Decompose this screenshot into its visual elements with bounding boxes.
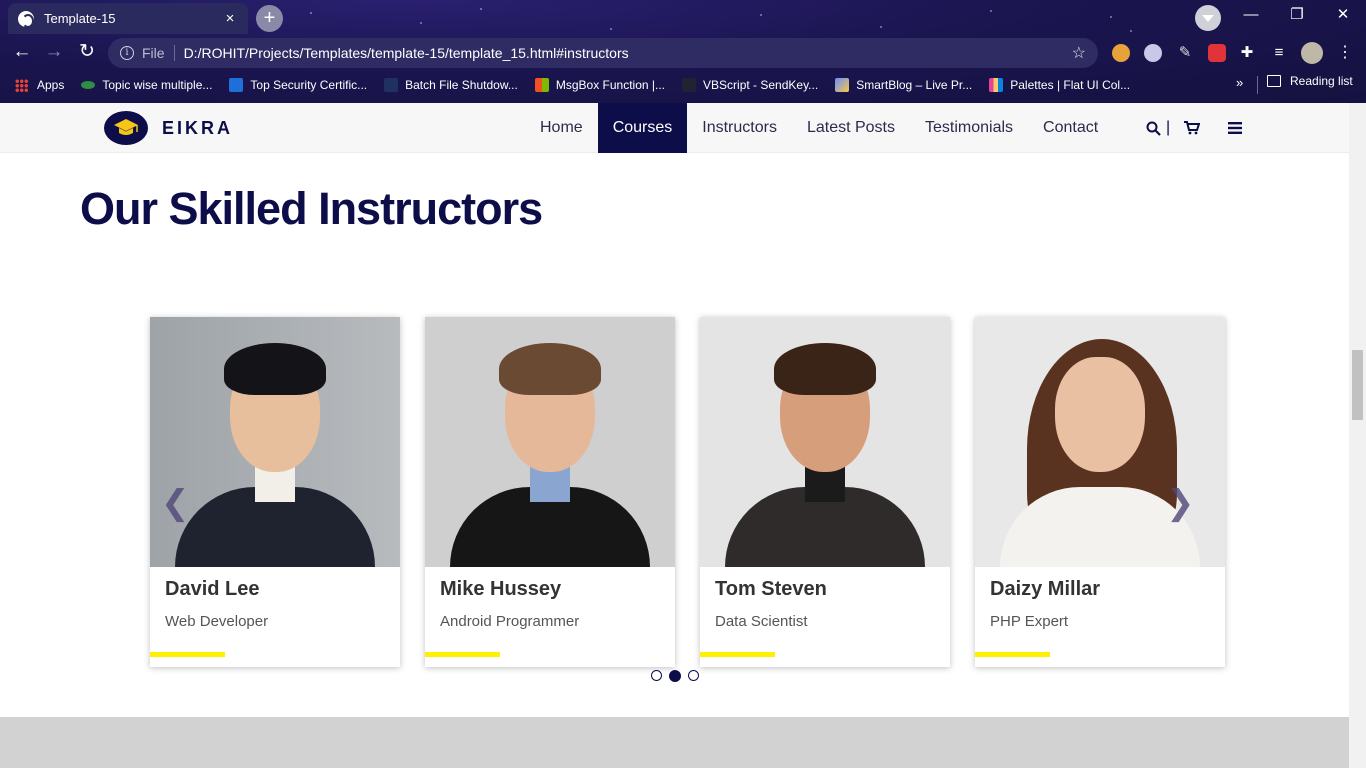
extension-block-icon[interactable] <box>1144 44 1162 62</box>
media-control-icon[interactable]: ≡ <box>1270 44 1288 62</box>
address-bar[interactable]: i File D:/ROHIT/Projects/Templates/templ… <box>108 38 1098 68</box>
extension-wand-icon[interactable]: ✎ <box>1176 44 1194 62</box>
minimize-button[interactable]: — <box>1228 3 1274 29</box>
file-icon <box>384 78 399 92</box>
page-content: EIKRA Home Courses Instructors Latest Po… <box>0 103 1349 768</box>
instructor-name: Mike Hussey <box>440 578 562 600</box>
section-title: Our Skilled Instructors <box>80 183 543 234</box>
carousel-prev-icon[interactable]: ❮ <box>161 483 190 523</box>
accent-bar <box>700 652 775 657</box>
nav-home[interactable]: Home <box>525 103 598 153</box>
site-logo[interactable]: EIKRA <box>104 111 233 145</box>
nav-contact[interactable]: Contact <box>1028 103 1113 153</box>
next-section-strip <box>0 717 1349 768</box>
nav-courses[interactable]: Courses <box>597 103 688 153</box>
reading-list-icon <box>1267 75 1281 87</box>
carousel-next-icon[interactable]: ❯ <box>1166 483 1195 523</box>
tab-title: Template-15 <box>44 11 116 26</box>
instructor-carousel: David Lee Web Developer Mike Hussey Andr… <box>150 317 1225 667</box>
nav-instructors[interactable]: Instructors <box>687 103 792 153</box>
bookmark-star-icon[interactable]: ☆ <box>1072 43 1086 63</box>
browser-menu-icon[interactable]: ⋮ <box>1336 44 1354 62</box>
apps-grid-icon <box>15 78 28 92</box>
palette-icon <box>989 78 1004 92</box>
bookmark-item[interactable]: Palettes | Flat UI Col... <box>989 78 1130 92</box>
instructor-role: Data Scientist <box>715 613 808 630</box>
gfg-icon <box>81 81 96 89</box>
new-tab-button[interactable]: + <box>256 5 283 32</box>
browser-tab[interactable]: Template-15 × <box>8 3 248 34</box>
info-icon[interactable]: i <box>120 46 134 60</box>
carousel-indicators <box>651 670 699 682</box>
bookmark-item[interactable]: VBScript - SendKey... <box>682 78 818 92</box>
hamburger-menu-icon[interactable] <box>1228 122 1243 134</box>
search-icon[interactable] <box>1146 121 1161 136</box>
bookmark-apps[interactable]: Apps <box>15 78 64 92</box>
instructor-photo <box>150 317 400 567</box>
windows-icon <box>534 78 549 92</box>
bookmark-item[interactable]: Batch File Shutdow... <box>384 78 518 92</box>
graduation-cap-icon <box>104 111 148 145</box>
back-icon[interactable]: ← <box>10 40 34 64</box>
reload-icon[interactable]: ↻ <box>75 40 99 64</box>
extension-owl-icon[interactable] <box>1112 44 1130 62</box>
page-scrollbar[interactable] <box>1349 103 1366 768</box>
carousel-dot-2[interactable] <box>669 670 681 682</box>
accent-bar <box>975 652 1050 657</box>
accent-bar <box>425 652 500 657</box>
instructor-photo <box>425 317 675 567</box>
bookmarks-overflow-button[interactable]: » <box>1236 75 1243 90</box>
address-url[interactable]: D:/ROHIT/Projects/Templates/template-15/… <box>184 45 1072 61</box>
browser-chrome: Template-15 × + — ❐ ✕ ← → ↻ i File D:/RO… <box>0 0 1366 103</box>
nav-latest-posts[interactable]: Latest Posts <box>792 103 910 153</box>
nav-tools: | <box>1146 103 1254 153</box>
site-header: EIKRA Home Courses Instructors Latest Po… <box>0 103 1349 153</box>
tab-search-icon[interactable] <box>1195 5 1221 31</box>
bookmark-item[interactable]: SmartBlog – Live Pr... <box>835 78 972 92</box>
extension-video-icon[interactable] <box>1208 44 1226 62</box>
certificate-icon <box>229 78 244 92</box>
instructor-role: PHP Expert <box>990 613 1069 630</box>
instructor-card[interactable]: Tom Steven Data Scientist <box>700 317 950 667</box>
bookmarks-bar: Apps Topic wise multiple... Top Security… <box>0 70 1366 100</box>
main-nav: Home Courses Instructors Latest Posts Te… <box>525 103 1113 153</box>
bookmark-item[interactable]: Topic wise multiple... <box>81 78 212 92</box>
scrollbar-thumb[interactable] <box>1352 350 1363 420</box>
instructor-role: Android Programmer <box>440 613 580 630</box>
cart-icon[interactable] <box>1184 121 1201 135</box>
instructor-photo <box>975 317 1225 567</box>
carousel-dot-1[interactable] <box>651 670 662 681</box>
globe-icon <box>18 10 34 28</box>
nav-separator: | <box>1166 119 1171 136</box>
reading-list-button[interactable]: Reading list <box>1267 74 1353 88</box>
nav-testimonials[interactable]: Testimonials <box>910 103 1028 153</box>
instructor-photo <box>700 317 950 567</box>
instructor-name: Daizy Millar <box>990 578 1101 600</box>
forward-icon[interactable]: → <box>42 40 66 64</box>
address-scheme-label: File <box>142 45 165 61</box>
close-tab-icon[interactable]: × <box>222 10 238 27</box>
script-icon <box>682 78 697 92</box>
close-window-button[interactable]: ✕ <box>1320 3 1366 29</box>
profile-avatar[interactable] <box>1301 42 1323 64</box>
bookmark-item[interactable]: MsgBox Function |... <box>534 78 665 92</box>
browser-toolbar: ← → ↻ i File D:/ROHIT/Projects/Templates… <box>0 36 1366 68</box>
instructor-name: Tom Steven <box>715 578 827 600</box>
smartblog-icon <box>835 78 850 92</box>
restore-button[interactable]: ❐ <box>1274 3 1320 29</box>
instructor-role: Web Developer <box>165 613 269 630</box>
instructor-name: David Lee <box>165 578 260 600</box>
instructor-card[interactable]: Mike Hussey Android Programmer <box>425 317 675 667</box>
extensions-puzzle-icon[interactable]: ✚ <box>1238 44 1256 62</box>
accent-bar <box>150 652 225 657</box>
bookmark-item[interactable]: Top Security Certific... <box>229 78 367 92</box>
carousel-dot-3[interactable] <box>688 670 699 681</box>
brand-name: EIKRA <box>162 117 234 138</box>
